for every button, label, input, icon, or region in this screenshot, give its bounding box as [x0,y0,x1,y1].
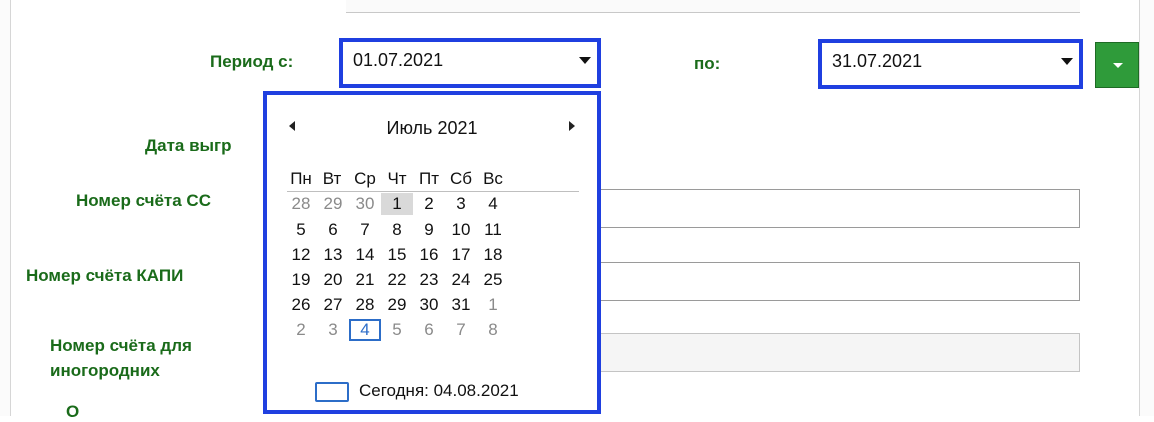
calendar-day[interactable]: 28 [285,193,317,215]
calendar-day[interactable]: 2 [285,319,317,341]
nonresident-account-label-line1: Номер счёта для [50,336,192,355]
calendar-day[interactable]: 6 [413,319,445,341]
calendar-day[interactable]: 3 [317,319,349,341]
calendar-popup[interactable]: Июль 2021 Пн Вт Ср Чт Пт Сб Вс 28 29 30 … [263,91,601,414]
calendar-day[interactable]: 25 [477,269,509,291]
weekday-header: Ср [354,169,376,188]
chevron-down-icon[interactable] [579,57,591,64]
today-link[interactable]: Сегодня: 04.08.2021 [359,381,519,401]
period-from-label: Период с: [210,52,294,71]
calendar-day[interactable]: 17 [445,244,477,266]
calendar-day[interactable]: 18 [477,244,509,266]
calendar-day[interactable]: 28 [349,294,381,316]
calendar-day[interactable]: 3 [445,193,477,215]
weekday-header: Сб [449,169,472,188]
calendar-day[interactable]: 30 [349,193,381,215]
calendar-day[interactable]: 29 [317,193,349,215]
calendar-day[interactable]: 5 [285,219,317,241]
weekday-header: Вт [322,169,342,188]
calendar-day[interactable]: 23 [413,269,445,291]
calendar-day[interactable]: 16 [413,244,445,266]
calendar-day[interactable]: 8 [381,219,413,241]
capitation-account-input[interactable] [598,262,1080,301]
period-to-value[interactable]: 31.07.2021 [832,51,922,72]
calendar-day[interactable]: 9 [413,219,445,241]
export-date-label: Дата выгр [145,136,232,155]
account-number-input[interactable] [598,189,1080,228]
calendar-day[interactable]: 4 [477,193,509,215]
calendar-day[interactable]: 10 [445,219,477,241]
weekday-header: Пт [418,169,439,188]
nonresident-account-input[interactable] [598,333,1080,372]
calendar-day[interactable]: 24 [445,269,477,291]
today-marker-icon[interactable] [315,382,349,402]
calendar-month-title[interactable]: Июль 2021 [267,118,597,139]
calendar-day[interactable]: 31 [445,294,477,316]
calendar-day[interactable]: 7 [349,219,381,241]
period-to-datepicker[interactable]: 31.07.2021 [818,39,1083,89]
period-from-datepicker[interactable]: 01.07.2021 [339,38,601,88]
weekday-header: Чт [387,169,407,188]
calendar-day[interactable]: 14 [349,244,381,266]
calendar-day[interactable]: 11 [477,219,509,241]
calendar-day[interactable]: 15 [381,244,413,266]
weekday-header: Вс [483,169,503,188]
chevron-down-icon[interactable] [1061,58,1073,65]
calendar-day[interactable]: 26 [285,294,317,316]
window-left-edge [0,0,11,416]
calendar-day[interactable]: 30 [413,294,445,316]
calendar-day[interactable]: 8 [477,319,509,341]
calendar-day[interactable]: 2 [413,193,445,215]
period-from-value[interactable]: 01.07.2021 [353,50,443,71]
calendar-day[interactable]: 13 [317,244,349,266]
calendar-day[interactable]: 22 [381,269,413,291]
capitation-account-label: Номер счёта КАПИ [26,266,184,285]
nonresident-account-label-line2: иногородних [50,361,160,380]
calendar-day[interactable]: 27 [317,294,349,316]
calendar-day[interactable]: 12 [285,244,317,266]
weekday-divider [287,191,579,192]
calendar-day[interactable]: 19 [285,269,317,291]
top-field-edge [346,0,1080,13]
period-to-label: по: [694,54,721,73]
calendar-day[interactable]: 20 [317,269,349,291]
calendar-day[interactable]: 7 [445,319,477,341]
bottom-label: О [66,402,80,421]
weekday-header: Пн [290,169,312,188]
period-menu-button[interactable] [1095,42,1139,88]
window-right-edge [1139,0,1154,416]
calendar-day[interactable]: 5 [381,319,413,341]
next-month-icon[interactable] [569,121,575,131]
calendar-day-selected[interactable]: 1 [381,193,413,215]
dropdown-arrow-icon [1113,63,1123,68]
calendar-day[interactable]: 21 [349,269,381,291]
calendar-day[interactable]: 29 [381,294,413,316]
calendar-day-today[interactable]: 4 [349,319,381,341]
account-number-label: Номер счёта СС [76,191,211,210]
calendar-day[interactable]: 6 [317,219,349,241]
calendar-day[interactable]: 1 [477,294,509,316]
